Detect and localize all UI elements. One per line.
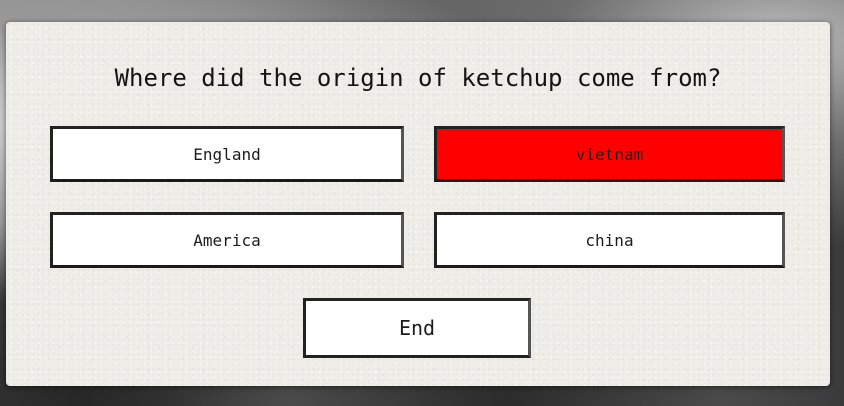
answer-label: America <box>193 230 261 250</box>
answer-button-vietnam[interactable]: vietnam <box>434 126 785 182</box>
question-text: Where did the origin of ketchup come fro… <box>114 64 722 92</box>
end-button-label: End <box>398 316 436 340</box>
quiz-card: Where did the origin of ketchup come fro… <box>6 22 830 386</box>
answer-button-china[interactable]: china <box>434 212 785 268</box>
answer-button-america[interactable]: America <box>50 212 404 268</box>
answer-label: china <box>585 230 634 250</box>
answer-button-england[interactable]: England <box>50 126 404 182</box>
answer-label: England <box>193 144 261 164</box>
answer-label: vietnam <box>575 144 644 164</box>
end-button[interactable]: End <box>303 298 531 358</box>
